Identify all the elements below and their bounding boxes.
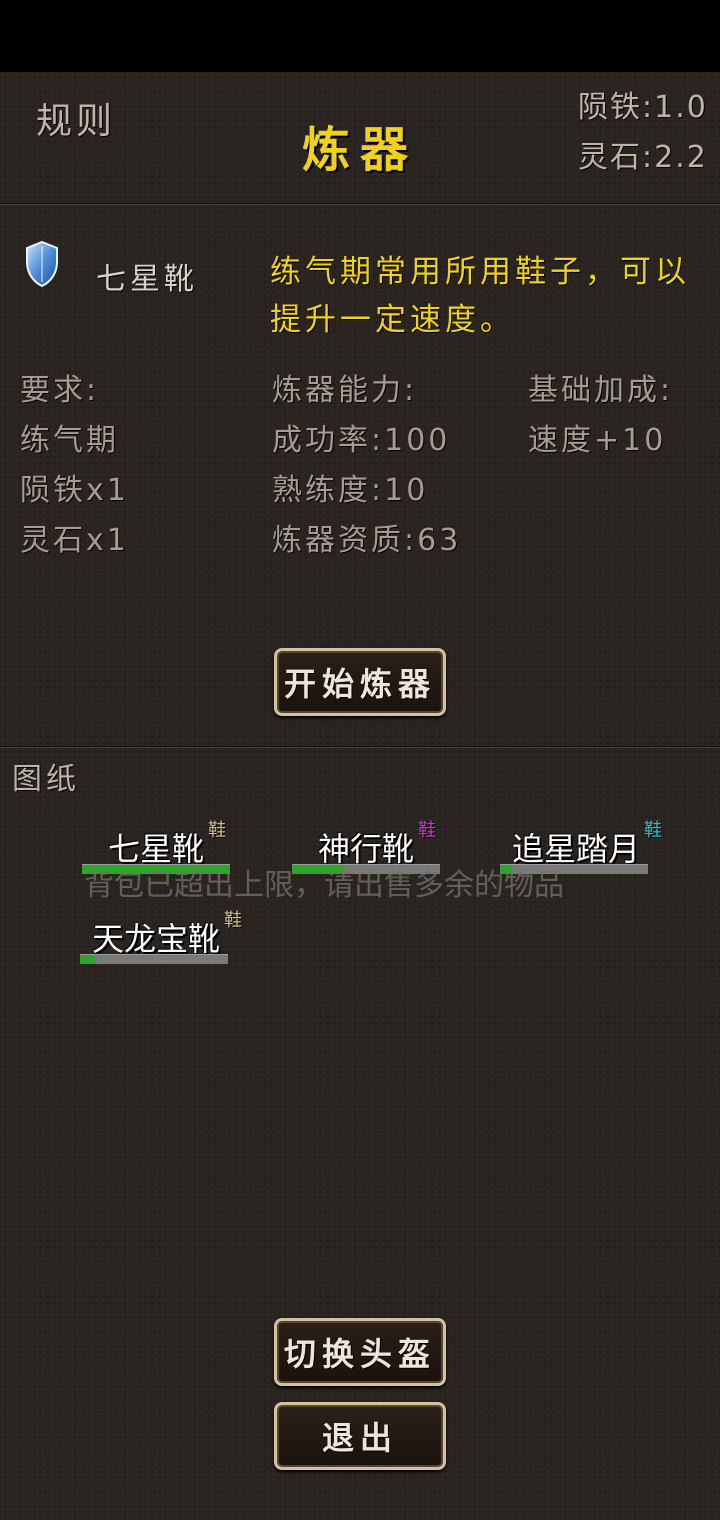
status-bar bbox=[0, 0, 720, 72]
blueprints-label: 图纸 bbox=[12, 762, 80, 797]
requirement-line: 陨铁x1 bbox=[20, 473, 129, 508]
requirements-column: 要求: 练气期 陨铁x1 灵石x1 bbox=[20, 366, 129, 566]
blueprint-type-tag: 鞋 bbox=[224, 910, 242, 931]
switch-helmet-button[interactable]: 切换头盔 bbox=[274, 1318, 446, 1386]
inventory-full-toast: 背包已超出上限，请出售多余的物品 bbox=[84, 868, 564, 903]
ability-line: 炼器资质:63 bbox=[272, 523, 462, 558]
exit-button[interactable]: 退出 bbox=[274, 1402, 446, 1470]
bonus-line: 速度+10 bbox=[528, 423, 667, 458]
blueprint-type-tag: 鞋 bbox=[644, 820, 662, 841]
start-forging-button[interactable]: 开始炼器 bbox=[274, 648, 446, 716]
item-description: 练气期常用所用鞋子，可以提升一定速度。 bbox=[270, 254, 690, 338]
ability-line: 成功率:100 bbox=[272, 423, 451, 458]
header-divider bbox=[0, 203, 720, 205]
ability-line: 熟练度:10 bbox=[272, 473, 429, 508]
blueprint-type-tag: 鞋 bbox=[418, 820, 436, 841]
bonus-heading: 基础加成: bbox=[528, 373, 674, 408]
ability-heading: 炼器能力: bbox=[272, 373, 418, 408]
requirement-line: 练气期 bbox=[20, 423, 119, 458]
requirements-heading: 要求: bbox=[20, 373, 100, 408]
iron-resource: 陨铁:1.0 bbox=[578, 90, 708, 125]
item-name: 七星靴 bbox=[96, 262, 198, 297]
blueprint-progress-bar bbox=[80, 954, 228, 964]
requirement-line: 灵石x1 bbox=[20, 523, 129, 558]
blueprint-progress-fill bbox=[80, 955, 95, 964]
shield-icon bbox=[26, 240, 58, 288]
ability-column: 炼器能力: 成功率:100 熟练度:10 炼器资质:63 bbox=[272, 366, 461, 566]
section-divider bbox=[0, 746, 720, 748]
bonus-column: 基础加成: 速度+10 bbox=[528, 366, 673, 466]
blueprint-type-tag: 鞋 bbox=[208, 820, 226, 841]
spirit-stone-resource: 灵石:2.2 bbox=[578, 140, 708, 175]
